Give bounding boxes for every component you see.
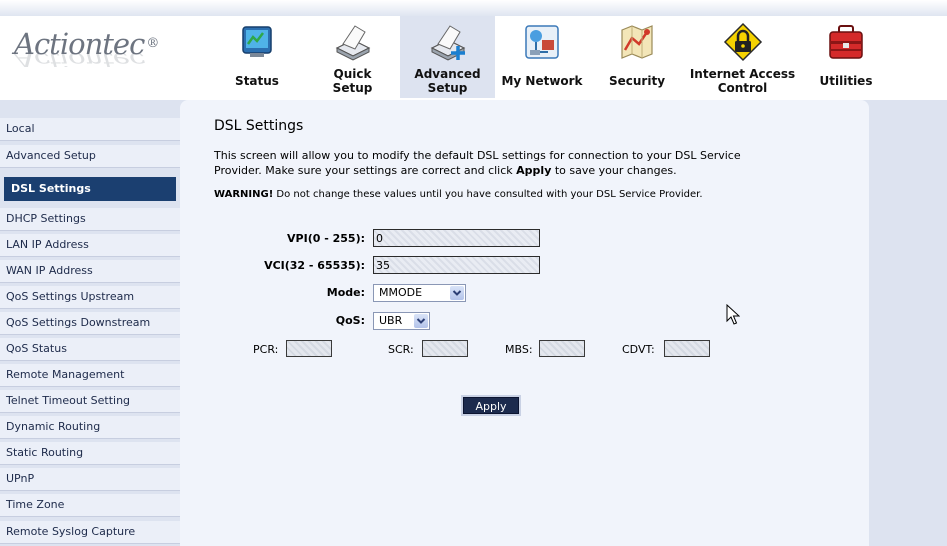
sidebar-item-qos-settings-downstream[interactable]: QoS Settings Downstream — [0, 312, 180, 335]
tab-my-network-label: My Network — [501, 74, 583, 88]
apply-button[interactable]: Apply — [463, 397, 519, 414]
qos-select-value: UBR — [379, 314, 403, 327]
mode-select-arrow[interactable] — [450, 286, 464, 300]
security-map-icon — [621, 25, 653, 59]
mode-select[interactable]: MMODE — [373, 284, 466, 302]
tab-utilities[interactable]: Utilities — [800, 16, 892, 98]
scr-label: SCR: — [388, 343, 414, 356]
pcr-label: PCR: — [253, 343, 279, 356]
sidebar-item-time-zone[interactable]: Time Zone — [0, 494, 180, 517]
sidebar-item-dynamic-routing[interactable]: Dynamic Routing — [0, 416, 180, 439]
tab-internet-access-control-line2: Control — [717, 81, 768, 95]
tab-status-label: Status — [235, 74, 279, 88]
logo-reflection-name: Actiontec — [14, 53, 145, 67]
sidebar-item-dsl-settings[interactable]: DSL Settings — [4, 177, 176, 201]
logo-reflection: Actiontec — [14, 53, 154, 67]
mode-label: Mode: — [326, 286, 365, 299]
tab-advanced-setup-label: Advanced Setup — [400, 67, 495, 95]
sidebar-item-local[interactable]: Local — [0, 118, 180, 141]
vci-label: VCI(32 - 65535): — [264, 259, 365, 272]
tab-quick-setup[interactable]: Quick Setup — [305, 16, 400, 98]
tab-security-label: Security — [608, 74, 666, 88]
sidebar-item-qos-settings-upstream[interactable]: QoS Settings Upstream — [0, 286, 180, 309]
network-map-icon — [525, 25, 559, 59]
sidebar-item-static-routing[interactable]: Static Routing — [0, 442, 180, 465]
tab-internet-access-control[interactable]: Internet Access Control — [685, 16, 800, 98]
vpi-label: VPI(0 - 255): — [287, 232, 365, 245]
tab-advanced-setup-line1: Advanced — [414, 67, 481, 81]
warning-label: WARNING! — [214, 189, 274, 200]
qos-select-arrow[interactable] — [414, 314, 428, 328]
sidebar-item-lan-ip-address[interactable]: LAN IP Address — [0, 234, 180, 257]
cdvt-label: CDVT: — [622, 343, 655, 356]
tab-quick-setup-label: Quick Setup — [305, 67, 400, 95]
sidebar-item-wan-ip-address[interactable]: WAN IP Address — [0, 260, 180, 283]
tab-utilities-label: Utilities — [819, 74, 873, 88]
toolbox-icon — [829, 25, 863, 59]
vpi-input[interactable] — [373, 229, 540, 247]
tab-advanced-setup[interactable]: Advanced Setup — [400, 16, 495, 98]
padlock-icon — [723, 22, 762, 62]
pcr-input[interactable] — [286, 340, 332, 357]
tab-quick-setup-line2: Setup — [332, 81, 373, 95]
warning-text: WARNING! Do not change these values unti… — [214, 189, 703, 200]
intro-apply-word: Apply — [516, 164, 552, 177]
intro-text-part2: to save your changes. — [551, 164, 677, 177]
tab-internet-access-control-label: Internet Access Control — [685, 67, 800, 95]
mode-select-value: MMODE — [379, 286, 423, 299]
page-title: DSL Settings — [214, 118, 304, 134]
header: Actiontec ® Actiontec Status Quick Setup A… — [0, 0, 947, 100]
scr-input[interactable] — [422, 340, 468, 357]
chevron-down-icon — [416, 318, 426, 324]
mbs-input[interactable] — [539, 340, 585, 357]
warning-message: Do not change these values until you hav… — [273, 189, 703, 200]
mouse-cursor-icon — [726, 304, 740, 325]
actiontec-logo: Actiontec ® Actiontec — [14, 28, 159, 84]
scanner-icon — [335, 25, 370, 61]
sidebar-item-remote-management[interactable]: Remote Management — [0, 364, 180, 387]
logo-registered-mark: ® — [146, 36, 159, 51]
tab-advanced-setup-line2: Setup — [427, 81, 468, 95]
sidebar-item-advanced-setup[interactable]: Advanced Setup — [0, 145, 180, 168]
qos-select[interactable]: UBR — [373, 312, 430, 330]
sidebar-item-remote-syslog-capture[interactable]: Remote Syslog Capture — [0, 521, 180, 544]
qos-label: QoS: — [335, 314, 365, 327]
sidebar-item-dhcp-settings[interactable]: DHCP Settings — [0, 208, 180, 231]
sidebar-item-telnet-timeout-setting[interactable]: Telnet Timeout Setting — [0, 390, 180, 413]
content-panel: DSL Settings This screen will allow you … — [180, 100, 869, 546]
mbs-label: MBS: — [505, 343, 533, 356]
scanner-plus-icon — [430, 25, 465, 61]
sidebar-item-upnp[interactable]: UPnP — [0, 468, 180, 491]
intro-text: This screen will allow you to modify the… — [214, 148, 774, 178]
tab-my-network[interactable]: My Network — [495, 16, 589, 98]
header-strip — [0, 0, 947, 16]
chevron-down-icon — [452, 290, 462, 296]
tab-status[interactable]: Status — [209, 16, 305, 98]
status-monitor-icon — [242, 26, 272, 57]
tab-internet-access-control-line1: Internet Access — [689, 67, 796, 81]
tab-quick-setup-line1: Quick — [333, 67, 372, 81]
cdvt-input[interactable] — [664, 340, 710, 357]
sidebar-item-qos-status[interactable]: QoS Status — [0, 338, 180, 361]
tab-security[interactable]: Security — [589, 16, 685, 98]
vci-input[interactable] — [373, 256, 540, 274]
